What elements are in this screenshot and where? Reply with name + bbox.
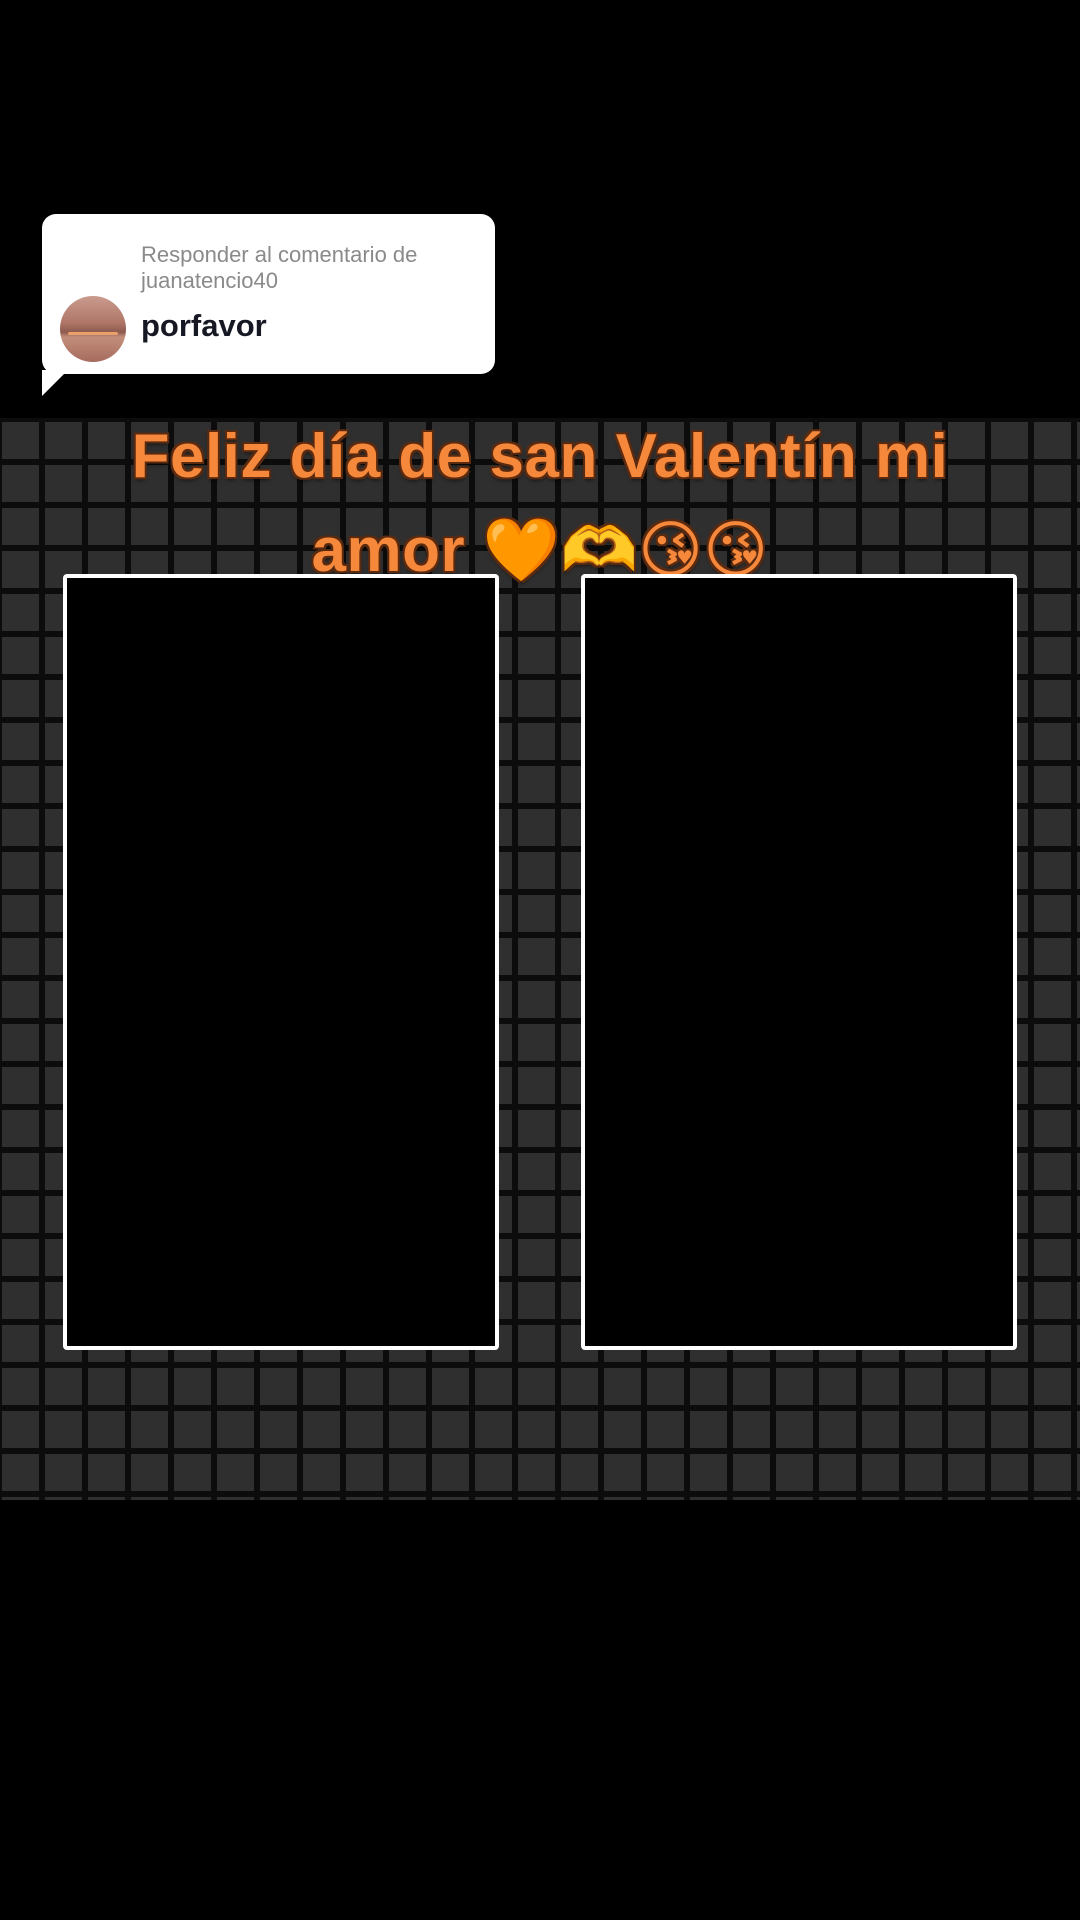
reply-username: juanatencio40 [141, 268, 279, 293]
reply-comment-sticker[interactable]: Responder al comentario de juanatencio40… [42, 214, 495, 396]
reply-comment-text: porfavor [141, 308, 267, 343]
photo-frame-left [63, 574, 499, 1350]
video-caption: Feliz día de san Valentín mi amor 🧡🫶😘😘 [40, 410, 1040, 598]
reply-header: Responder al comentario de juanatencio40 [141, 242, 486, 294]
video-canvas: Responder al comentario de juanatencio40… [0, 0, 1080, 1920]
bubble-tail [42, 370, 68, 396]
caption-line-1: Feliz día de san Valentín mi [131, 422, 949, 491]
reply-header-label: Responder al comentario de [141, 242, 418, 267]
avatar [60, 296, 126, 362]
photo-frame-right [581, 574, 1017, 1350]
avatar-image [68, 332, 118, 335]
